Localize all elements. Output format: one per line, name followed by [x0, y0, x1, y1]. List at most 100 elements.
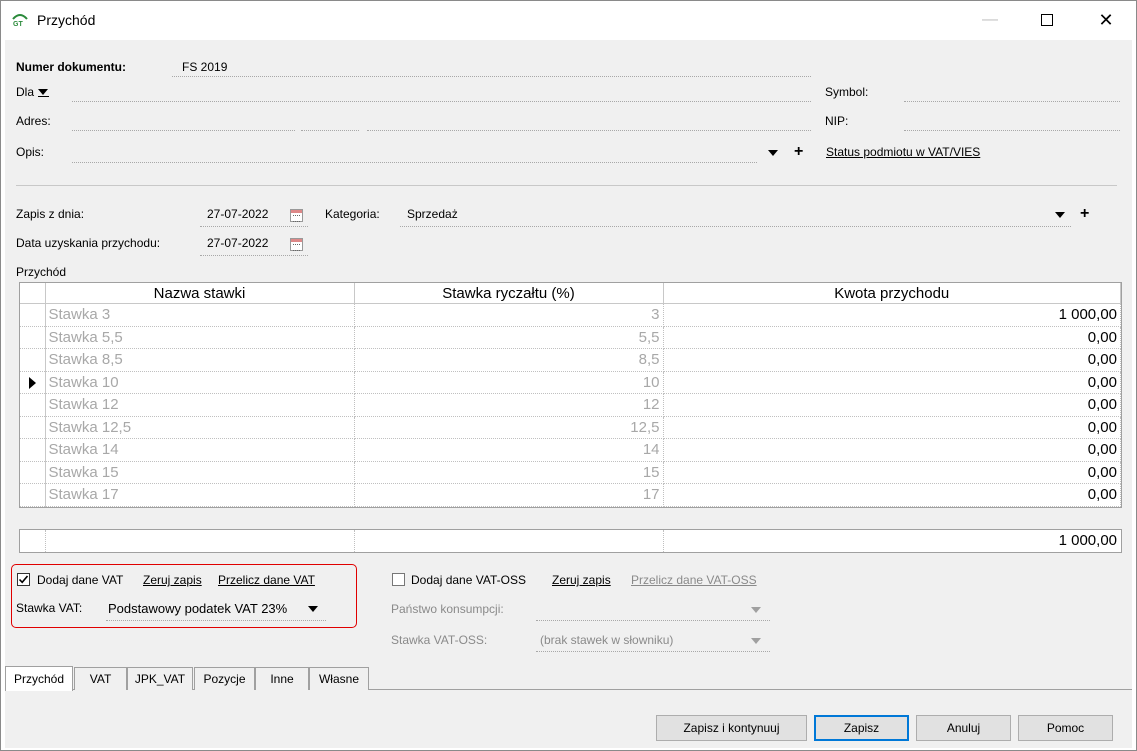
- amount-cell[interactable]: 0,00: [663, 348, 1121, 372]
- row-indicator[interactable]: [20, 393, 46, 417]
- vat-rate-select[interactable]: Podstawowy podatek VAT 23%: [108, 601, 287, 616]
- description-add-icon[interactable]: +: [794, 144, 803, 160]
- total-amount: 1 000,00: [1058, 532, 1117, 549]
- record-date-field[interactable]: 27-07-2022: [207, 207, 268, 221]
- description-dropdown-icon[interactable]: [768, 150, 778, 156]
- row-indicator[interactable]: [20, 438, 46, 462]
- for-field[interactable]: [72, 101, 811, 102]
- rate-name-cell: Stawka 17: [45, 483, 355, 507]
- svg-text:GT: GT: [13, 21, 23, 27]
- rate-percent-cell: 10: [354, 371, 664, 394]
- column-header-name[interactable]: Nazwa stawki: [45, 283, 355, 304]
- check-icon: [18, 575, 29, 584]
- rate-name-cell: Stawka 12,5: [45, 416, 355, 439]
- symbol-label: Symbol:: [825, 85, 869, 99]
- close-icon[interactable]: ✕: [1083, 1, 1129, 39]
- vat-oss-rate-dropdown-icon[interactable]: [751, 638, 761, 644]
- vat-oss-country-dropdown-icon[interactable]: [751, 607, 761, 613]
- rate-percent-cell: 17: [354, 483, 664, 507]
- rate-name-cell: Stawka 8,5: [45, 348, 355, 372]
- amount-cell[interactable]: 0,00: [663, 393, 1121, 417]
- column-header-rate[interactable]: Stawka ryczałtu (%): [354, 283, 664, 304]
- add-vat-checkbox[interactable]: [17, 573, 30, 586]
- row-indicator[interactable]: [20, 461, 46, 484]
- income-section-label: Przychód: [16, 265, 67, 279]
- address-label: Adres:: [16, 114, 51, 128]
- cancel-button[interactable]: Anuluj: [916, 715, 1011, 741]
- total-row: 1 000,00: [19, 529, 1122, 553]
- add-vat-oss-label[interactable]: Dodaj dane VAT-OSS: [411, 573, 526, 587]
- table-row[interactable]: Stawka 5,5 5,5 0,00: [20, 326, 1121, 349]
- amount-cell[interactable]: 0,00: [663, 438, 1121, 462]
- doc-number-field[interactable]: FS 2019: [182, 60, 227, 74]
- tab-jpk-vat[interactable]: JPK_VAT: [127, 667, 193, 690]
- income-date-field[interactable]: 27-07-2022: [207, 236, 268, 250]
- category-field[interactable]: Sprzedaż: [407, 207, 458, 221]
- record-date-label: Zapis z dnia:: [16, 207, 85, 221]
- amount-cell[interactable]: 0,00: [663, 371, 1121, 394]
- table-row[interactable]: Stawka 17 17 0,00: [20, 483, 1121, 507]
- amount-cell[interactable]: 0,00: [663, 461, 1121, 484]
- window-title: Przychód: [37, 12, 96, 28]
- vat-oss-rate-label: Stawka VAT-OSS:: [391, 633, 488, 647]
- income-date-calendar-icon[interactable]: [290, 238, 303, 251]
- amount-cell[interactable]: 0,00: [663, 326, 1121, 349]
- category-dropdown-icon[interactable]: [1055, 212, 1065, 218]
- vat-reset-link[interactable]: Zeruj zapis: [143, 573, 202, 587]
- tab-items[interactable]: Pozycje: [194, 667, 255, 690]
- income-grid: Nazwa stawki Stawka ryczałtu (%) Kwota p…: [19, 282, 1122, 508]
- table-row[interactable]: Stawka 8,5 8,5 0,00: [20, 348, 1121, 372]
- rate-percent-cell: 14: [354, 438, 664, 462]
- table-row[interactable]: Stawka 12 12 0,00: [20, 393, 1121, 417]
- table-row[interactable]: Stawka 10 10 0,00: [20, 371, 1121, 394]
- tab-other[interactable]: Inne: [255, 667, 309, 690]
- vat-oss-reset-link[interactable]: Zeruj zapis: [552, 573, 611, 587]
- maximize-icon[interactable]: [1024, 1, 1070, 39]
- amount-cell[interactable]: 1 000,00: [663, 303, 1121, 327]
- vat-status-link[interactable]: Status podmiotu w VAT/VIES: [826, 145, 980, 159]
- rate-name-cell: Stawka 14: [45, 438, 355, 462]
- symbol-field[interactable]: [904, 101, 1120, 102]
- column-header-amount[interactable]: Kwota przychodu: [663, 283, 1121, 304]
- address-postcode-field[interactable]: [301, 130, 359, 131]
- tab-vat[interactable]: VAT: [74, 667, 127, 690]
- vat-oss-rate-select[interactable]: (brak stawek w słowniku): [540, 633, 673, 647]
- address-street-field[interactable]: [72, 130, 295, 131]
- vat-rate-dropdown-icon[interactable]: [308, 606, 318, 612]
- help-button[interactable]: Pomoc: [1018, 715, 1113, 741]
- save-button[interactable]: Zapisz: [814, 715, 909, 741]
- row-indicator[interactable]: [20, 371, 46, 394]
- for-dropdown-icon[interactable]: [38, 89, 48, 95]
- rate-name-cell: Stawka 5,5: [45, 326, 355, 349]
- add-vat-oss-checkbox[interactable]: [392, 573, 405, 586]
- vat-recalc-link[interactable]: Przelicz dane VAT: [218, 573, 315, 587]
- doc-number-label: Numer dokumentu:: [16, 60, 127, 74]
- row-indicator[interactable]: [20, 416, 46, 439]
- row-indicator[interactable]: [20, 326, 46, 349]
- rate-name-cell: Stawka 10: [45, 371, 355, 394]
- record-date-calendar-icon[interactable]: [290, 209, 303, 222]
- table-row[interactable]: Stawka 3 3 1 000,00: [20, 303, 1121, 327]
- address-city-field[interactable]: [367, 130, 811, 131]
- row-indicator[interactable]: [20, 483, 46, 507]
- row-indicator[interactable]: [20, 348, 46, 372]
- nip-field[interactable]: [904, 130, 1120, 131]
- dialog-window: GT Przychód — ✕ Numer dokumentu: FS 2019…: [0, 0, 1137, 751]
- table-row[interactable]: Stawka 12,5 12,5 0,00: [20, 416, 1121, 439]
- tab-income[interactable]: Przychód: [5, 666, 73, 691]
- vat-oss-recalc-link[interactable]: Przelicz dane VAT-OSS: [631, 573, 757, 587]
- description-field[interactable]: [72, 162, 757, 163]
- vat-rate-label: Stawka VAT:: [16, 601, 83, 615]
- row-indicator[interactable]: [20, 303, 46, 327]
- amount-cell[interactable]: 0,00: [663, 483, 1121, 507]
- add-vat-label[interactable]: Dodaj dane VAT: [37, 573, 123, 587]
- amount-cell[interactable]: 0,00: [663, 416, 1121, 439]
- category-label: Kategoria:: [325, 207, 380, 221]
- table-row[interactable]: Stawka 14 14 0,00: [20, 438, 1121, 462]
- table-row[interactable]: Stawka 15 15 0,00: [20, 461, 1121, 484]
- nip-label: NIP:: [825, 114, 849, 128]
- category-add-icon[interactable]: +: [1080, 206, 1089, 222]
- tab-custom[interactable]: Własne: [309, 667, 369, 690]
- save-continue-button[interactable]: Zapisz i kontynuuj: [656, 715, 807, 741]
- minimize-icon[interactable]: —: [967, 1, 1013, 39]
